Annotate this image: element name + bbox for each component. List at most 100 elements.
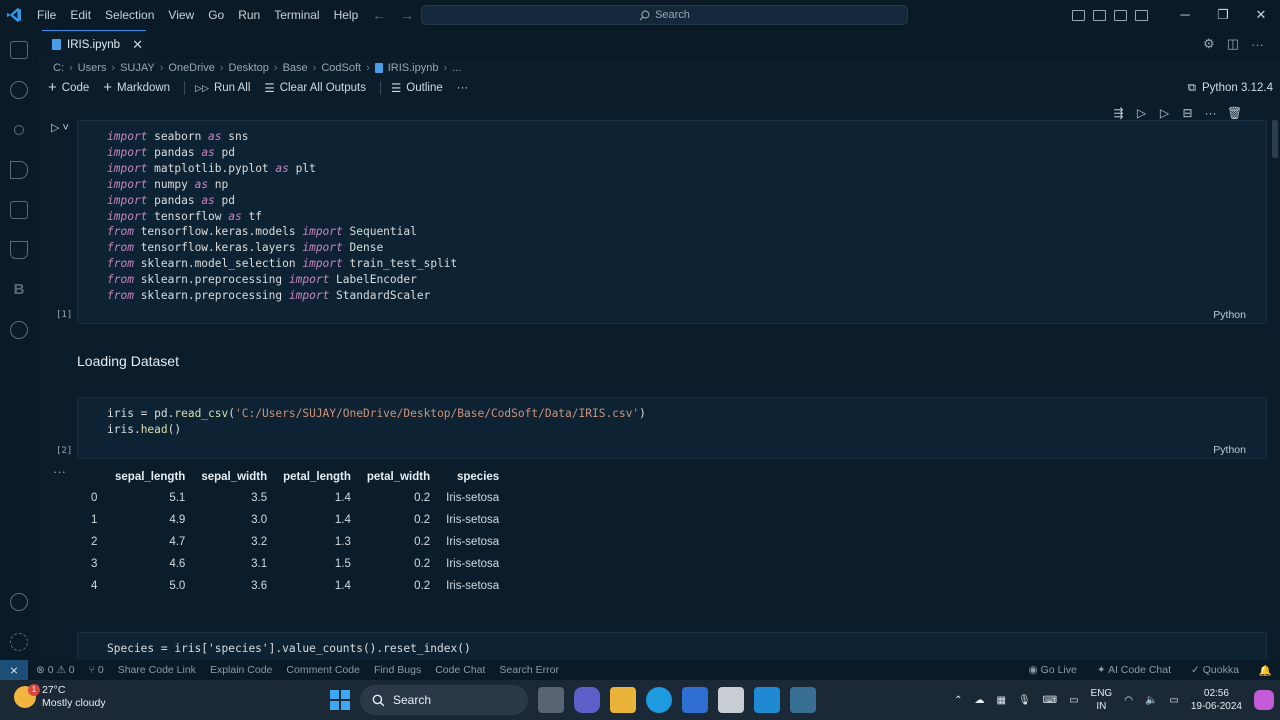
- menu-view[interactable]: View: [161, 0, 201, 30]
- breadcrumb-item[interactable]: CodSoft: [321, 62, 361, 74]
- breadcrumb-item[interactable]: OneDrive: [168, 62, 214, 74]
- code-chat[interactable]: Code Chat: [435, 664, 485, 676]
- ports-indicator[interactable]: ⑂ 0: [89, 664, 104, 676]
- code-editor[interactable]: Species = iris['species'].value_counts()…: [78, 633, 1266, 657]
- problems-indicator[interactable]: ⊗ 0 ⚠ 0: [36, 664, 75, 676]
- execute-cell-icon[interactable]: ▷: [1135, 106, 1148, 120]
- toggle-panel-icon[interactable]: [1093, 9, 1106, 21]
- breadcrumb-item[interactable]: SUJAY: [120, 62, 155, 74]
- outline-button[interactable]: ☰ Outline: [391, 81, 443, 95]
- cell-more-icon[interactable]: ···: [1204, 106, 1217, 120]
- search-error[interactable]: Search Error: [499, 664, 559, 676]
- split-cell-icon[interactable]: ⊟: [1181, 106, 1194, 120]
- onedrive-cloud-icon[interactable]: ☁: [974, 695, 984, 706]
- teams-icon[interactable]: [574, 687, 600, 713]
- manage-gear-icon[interactable]: [0, 622, 38, 662]
- remote-indicator-icon[interactable]: ⨯: [0, 660, 28, 680]
- wifi-icon[interactable]: ◠: [1124, 695, 1133, 706]
- menu-terminal[interactable]: Terminal: [267, 0, 326, 30]
- close-window-icon[interactable]: ✕: [1242, 0, 1280, 30]
- kernel-picker[interactable]: ⧉ Python 3.12.4: [1188, 78, 1273, 98]
- explain-code[interactable]: Explain Code: [210, 664, 272, 676]
- breadcrumb-item[interactable]: IRIS.ipynb: [388, 62, 439, 74]
- breadcrumb-item[interactable]: Users: [78, 62, 107, 74]
- taskbar-search[interactable]: Search: [360, 685, 528, 715]
- menu-run[interactable]: Run: [231, 0, 267, 30]
- keyboard-icon[interactable]: ⌨: [1043, 695, 1057, 706]
- split-editor-icon[interactable]: ◫: [1227, 36, 1239, 52]
- code-editor[interactable]: iris = pd.read_csv('C:/Users/SUJAY/OneDr…: [78, 398, 1266, 438]
- menu-help[interactable]: Help: [327, 0, 366, 30]
- restore-icon[interactable]: ❐: [1204, 0, 1242, 30]
- more-actions-icon[interactable]: ···: [1251, 37, 1264, 52]
- breadcrumb-item[interactable]: ...: [452, 62, 461, 74]
- snipping-tool-icon[interactable]: [790, 687, 816, 713]
- customize-layout-icon[interactable]: [1135, 9, 1148, 21]
- notifications-bell-icon[interactable]: 🔔: [1259, 664, 1272, 677]
- code-cell[interactable]: import seaborn as sns import pandas as p…: [77, 120, 1267, 324]
- tray-app-icon[interactable]: ▦: [996, 695, 1005, 706]
- cell-language-label[interactable]: Python: [1213, 444, 1246, 456]
- comment-code[interactable]: Comment Code: [286, 664, 360, 676]
- microphone-icon[interactable]: 🎙: [1018, 695, 1031, 706]
- search-view-icon[interactable]: [0, 70, 38, 110]
- vscode-taskbar-icon[interactable]: [754, 687, 780, 713]
- copilot-icon[interactable]: [1254, 690, 1274, 710]
- menu-go[interactable]: Go: [201, 0, 231, 30]
- battery-icon[interactable]: ▭: [1169, 695, 1178, 706]
- clear-all-outputs-button[interactable]: ☰ Clear All Outputs: [264, 81, 366, 95]
- accounts-icon[interactable]: [0, 582, 38, 622]
- add-code-cell-button[interactable]: + Code: [48, 80, 89, 95]
- testing-icon[interactable]: [0, 230, 38, 270]
- extensions-icon[interactable]: [0, 190, 38, 230]
- menu-file[interactable]: File: [30, 0, 63, 30]
- toggle-secondary-sidebar-icon[interactable]: [1114, 9, 1127, 21]
- task-view-icon[interactable]: [538, 687, 564, 713]
- toolbar-more-button[interactable]: ···: [457, 82, 469, 94]
- settings-gear-icon[interactable]: ⚙: [1203, 36, 1215, 52]
- tab-iris-notebook[interactable]: IRIS.ipynb ✕: [42, 30, 146, 58]
- back-arrow-icon[interactable]: ←: [372, 7, 386, 23]
- amazon-icon[interactable]: [718, 687, 744, 713]
- clock[interactable]: 02:56 19-06-2024: [1191, 687, 1242, 713]
- editor-scrollbar[interactable]: [1272, 120, 1278, 158]
- add-markdown-cell-button[interactable]: + Markdown: [103, 80, 170, 95]
- start-button-icon[interactable]: [330, 690, 350, 710]
- run-all-button[interactable]: ▷▷ Run All: [195, 82, 250, 94]
- share-code-link[interactable]: Share Code Link: [118, 664, 196, 676]
- source-control-icon[interactable]: [0, 110, 38, 150]
- weather-widget[interactable]: 1 27°C Mostly cloudy: [14, 684, 106, 710]
- execute-below-icon[interactable]: ▷: [1158, 106, 1171, 120]
- toggle-sidebar-icon[interactable]: [1072, 9, 1085, 21]
- show-hidden-icons-chevron-icon[interactable]: ⌃: [954, 695, 962, 706]
- code-cell[interactable]: iris = pd.read_csv('C:/Users/SUJAY/OneDr…: [77, 397, 1267, 459]
- explorer-icon[interactable]: [0, 30, 38, 70]
- code-editor[interactable]: import seaborn as sns import pandas as p…: [78, 121, 1266, 304]
- breadcrumb-item[interactable]: Desktop: [229, 62, 269, 74]
- go-live-button[interactable]: ◉ Go Live: [1029, 664, 1077, 676]
- delete-cell-icon[interactable]: 🗑: [1227, 106, 1242, 120]
- language-indicator[interactable]: ENG IN: [1091, 687, 1113, 713]
- cell-language-label[interactable]: Python: [1213, 309, 1246, 321]
- menu-edit[interactable]: Edit: [63, 0, 98, 30]
- output-more-icon[interactable]: ···: [53, 464, 66, 479]
- close-tab-icon[interactable]: ✕: [132, 37, 143, 53]
- command-center-search[interactable]: Search: [421, 5, 908, 25]
- quokka-icon[interactable]: [0, 310, 38, 350]
- breadcrumb-item[interactable]: Base: [283, 62, 308, 74]
- run-cell-button[interactable]: ▷ ˅: [51, 121, 71, 135]
- blackbox-icon[interactable]: B: [0, 270, 38, 310]
- display-icon[interactable]: ▭: [1069, 695, 1078, 706]
- minimize-icon[interactable]: ─: [1166, 0, 1204, 30]
- ai-code-chat-button[interactable]: ✦ AI Code Chat: [1097, 664, 1171, 676]
- quokka-button[interactable]: ✓ Quokka: [1191, 664, 1239, 676]
- menu-selection[interactable]: Selection: [98, 0, 161, 30]
- forward-arrow-icon[interactable]: →: [400, 7, 414, 23]
- find-bugs[interactable]: Find Bugs: [374, 664, 421, 676]
- microsoft-store-icon[interactable]: [682, 687, 708, 713]
- edge-browser-icon[interactable]: [646, 687, 672, 713]
- file-explorer-icon[interactable]: [610, 687, 636, 713]
- volume-icon[interactable]: 🔈: [1145, 695, 1157, 706]
- run-debug-icon[interactable]: [0, 150, 38, 190]
- code-cell[interactable]: Species = iris['species'].value_counts()…: [77, 632, 1267, 660]
